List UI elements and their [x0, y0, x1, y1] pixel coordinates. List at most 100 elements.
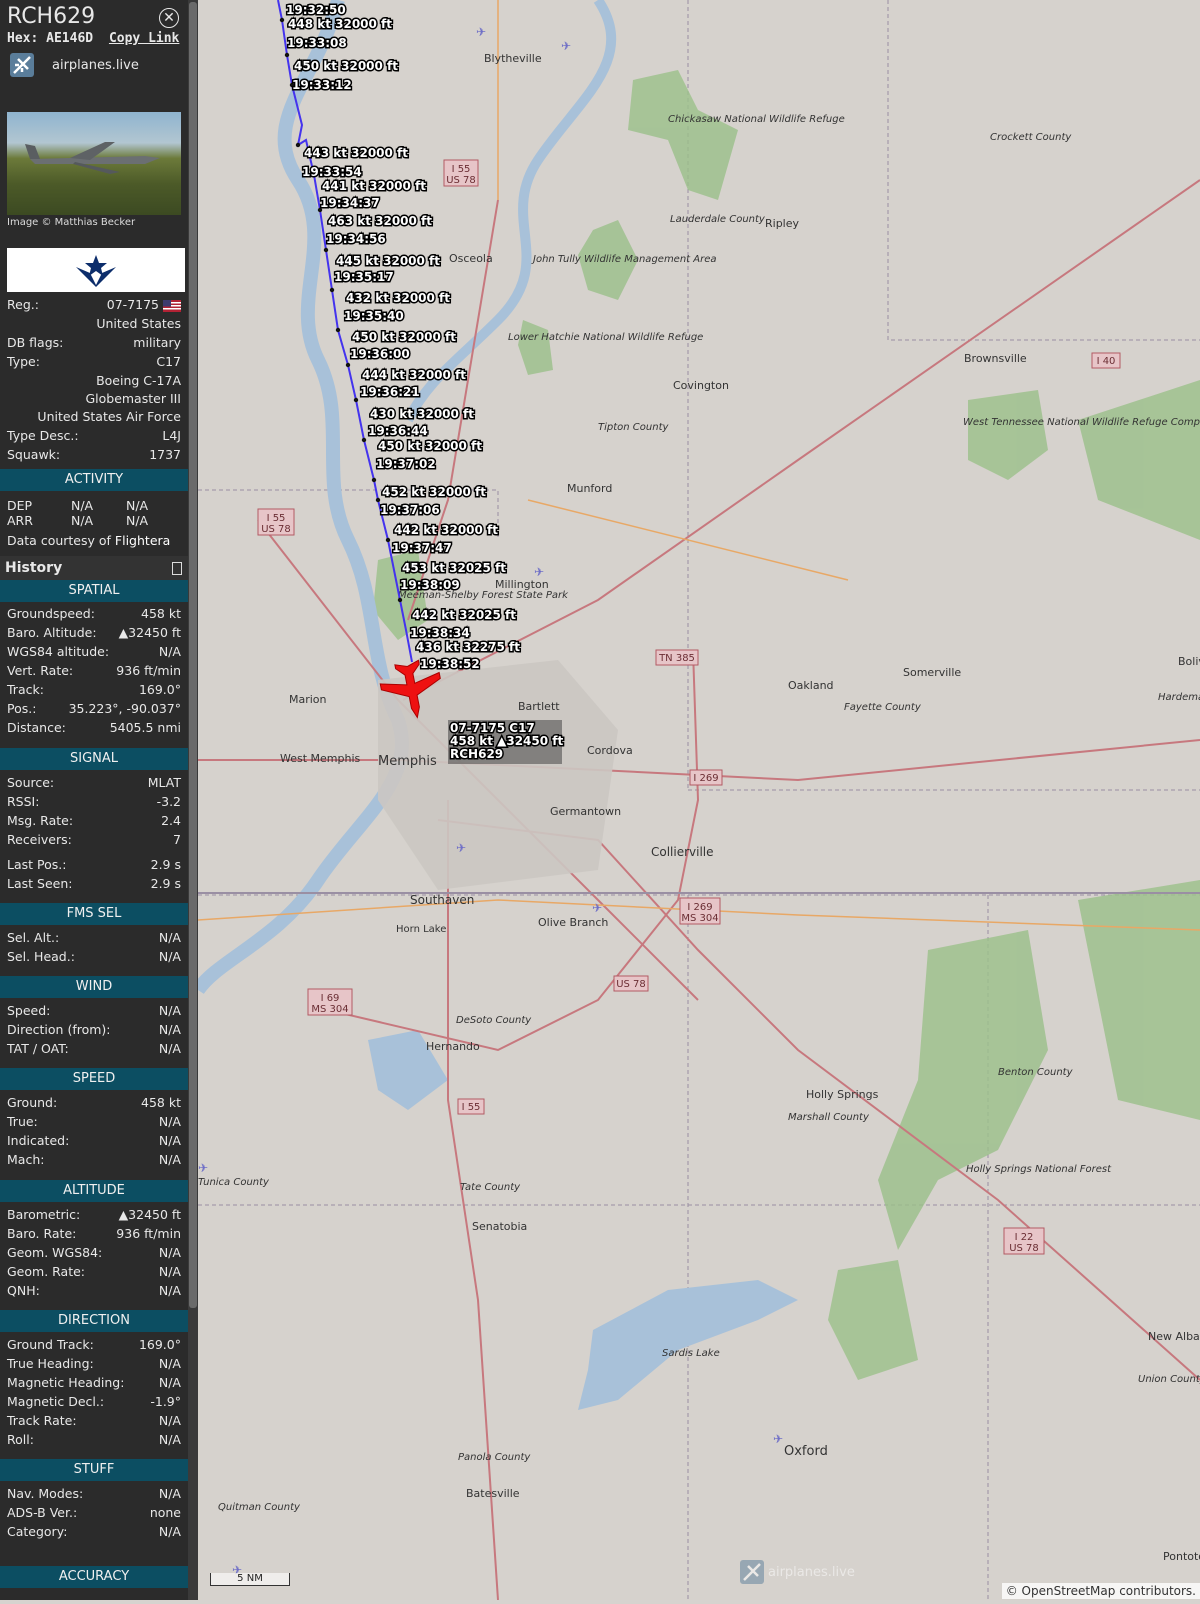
dep-label: DEP [7, 498, 33, 513]
aircraft-photo[interactable] [7, 112, 181, 215]
signal-row-label: Last Pos.: [7, 857, 67, 872]
speed-header[interactable]: SPEED [0, 1068, 188, 1090]
accuracy-header[interactable]: ACCURACY [0, 1566, 188, 1588]
scrollbar-thumb[interactable] [189, 2, 197, 1308]
map-attribution[interactable]: © OpenStreetMap contributors. [1001, 1583, 1200, 1599]
trail-label-time: 19:36:44 [368, 424, 428, 438]
squawk-label: Squawk: [7, 447, 61, 462]
typedesc-value: L4J [162, 428, 181, 443]
arr-label: ARR [7, 513, 33, 528]
altitude-row-value: N/A [158, 1283, 181, 1298]
fms-header[interactable]: FMS SEL [0, 903, 188, 925]
trail-label-time: 19:33:12 [292, 78, 352, 92]
signal-row-value: 2.9 s [150, 876, 181, 891]
altitude-row-label: Geom. WGS84: [7, 1245, 103, 1260]
place-new-albany: New Albany [1148, 1330, 1200, 1343]
history-checkbox-icon[interactable] [172, 562, 182, 575]
altitude-header[interactable]: ALTITUDE [0, 1180, 188, 1202]
attribution-osm-link[interactable]: © OpenStreetMap [1006, 1584, 1116, 1598]
wind-row-value: N/A [158, 1003, 181, 1018]
spatial-row: Vert. Rate: 936 ft/min [7, 662, 181, 680]
direction-row: Magnetic Heading: N/A [7, 1374, 181, 1392]
trail-label-speed-alt: 450 kt 32000 ft [352, 330, 456, 344]
map-view[interactable]: Blytheville Osceola Ripley Covington Bro… [192, 0, 1200, 1601]
spatial-row: WGS84 altitude: N/A [7, 643, 181, 661]
activity-header[interactable]: ACTIVITY [0, 469, 188, 491]
speed-row-value: 458 kt [141, 1095, 181, 1110]
park-chickasaw: Chickasaw National Wildlife Refuge [668, 114, 845, 125]
direction-row: Magnetic Decl.: -1.9° [7, 1393, 181, 1411]
svg-text:I 22: I 22 [1015, 1232, 1034, 1243]
direction-row-value: N/A [158, 1356, 181, 1371]
spatial-row-label: Pos.: [7, 701, 37, 716]
callsign: RCH629 [7, 4, 96, 29]
direction-row-value: N/A [158, 1432, 181, 1447]
arr-value-2: N/A [126, 513, 149, 528]
trail-label-time: 19:34:37 [320, 196, 380, 210]
source-row[interactable]: airplanes.live [10, 52, 139, 78]
dbflags-row: DB flags: military [7, 334, 181, 352]
direction-row: Roll: N/A [7, 1431, 181, 1449]
county-union: Union County [1138, 1374, 1200, 1385]
direction-row-value: 169.0° [138, 1337, 181, 1352]
speed-row: True: N/A [7, 1113, 181, 1131]
type-full-value: Boeing C-17A Globemaster III [85, 373, 181, 406]
altitude-row-value: ▲32450 ft [118, 1207, 181, 1222]
map-canvas[interactable]: Blytheville Osceola Ripley Covington Bro… [192, 0, 1200, 1601]
place-pontotoc: Pontotoc [1163, 1550, 1200, 1563]
svg-text:I 55: I 55 [267, 513, 286, 524]
spatial-row-value: 169.0° [138, 682, 181, 697]
trail-label-speed-alt: 445 kt 32000 ft [336, 254, 440, 268]
trail-label-speed-alt: 430 kt 32000 ft [370, 407, 474, 421]
stuff-header[interactable]: STUFF [0, 1459, 188, 1481]
svg-text:US 78: US 78 [1009, 1243, 1039, 1254]
spatial-row-value: 458 kt [141, 606, 181, 621]
dbflags-value: military [133, 335, 181, 350]
altitude-row: Geom. WGS84: N/A [7, 1244, 181, 1262]
shield-i55-west: I 55US 78 [257, 508, 295, 536]
signal-row: Receivers: 7 [7, 831, 181, 849]
trail-label-speed-alt: 450 kt 32000 ft [294, 59, 398, 73]
direction-header[interactable]: DIRECTION [0, 1310, 188, 1332]
trail-point [385, 537, 391, 543]
source-name: airplanes.live [52, 57, 139, 73]
trail-label-speed-alt: 432 kt 32000 ft [346, 291, 450, 305]
svg-text:I 55: I 55 [462, 1102, 481, 1113]
svg-text:I 69: I 69 [321, 993, 340, 1004]
park-lower-hatchie: Lower Hatchie National Wildlife Refuge [508, 332, 703, 343]
place-osceola: Osceola [449, 252, 493, 265]
altitude-row-value: 936 ft/min [116, 1226, 181, 1241]
wind-header[interactable]: WIND [0, 976, 188, 998]
trail-label-speed-alt: 441 kt 32000 ft [322, 179, 426, 193]
place-southaven: Southaven [410, 893, 474, 907]
spatial-row-label: Groundspeed: [7, 606, 95, 621]
shield-i69: I 69MS 304 [307, 988, 353, 1016]
place-horn-lake: Horn Lake [396, 924, 446, 935]
trail-label-time: 19:36:00 [350, 347, 410, 361]
altitude-row-value: N/A [158, 1264, 181, 1279]
typedesc-row: Type Desc.: L4J [7, 427, 181, 445]
direction-row-label: Ground Track: [7, 1337, 94, 1352]
watermark-text: airplanes.live [768, 1564, 855, 1580]
courtesy-prefix: Data courtesy of [7, 533, 111, 548]
stuff-row-label: Category: [7, 1524, 68, 1539]
flightera-link[interactable]: Flightera [115, 533, 170, 548]
spatial-header[interactable]: SPATIAL [0, 580, 188, 602]
sidebar-scrollbar[interactable] [188, 0, 198, 1600]
history-toggle[interactable]: History [0, 556, 188, 580]
park-sardis-lake: Sardis Lake [662, 1348, 720, 1359]
place-blytheville: Blytheville [484, 52, 542, 65]
speed-row-value: N/A [158, 1114, 181, 1129]
spatial-row-label: Baro. Altitude: [7, 625, 97, 640]
place-cordova: Cordova [587, 744, 633, 757]
close-icon[interactable]: ✕ [159, 8, 179, 28]
direction-row: True Heading: N/A [7, 1355, 181, 1373]
copy-link-button[interactable]: Copy Link [109, 31, 179, 46]
wind-row-label: Speed: [7, 1003, 51, 1018]
county-fayette: Fayette County [844, 702, 922, 713]
trail-label-speed-alt: 463 kt 32000 ft [328, 214, 432, 228]
direction-row-label: Magnetic Decl.: [7, 1394, 105, 1409]
signal-header[interactable]: SIGNAL [0, 748, 188, 770]
map-scale: 5 NM [210, 1573, 290, 1586]
trail-label-speed-alt: 448 kt 32000 ft [288, 17, 392, 31]
